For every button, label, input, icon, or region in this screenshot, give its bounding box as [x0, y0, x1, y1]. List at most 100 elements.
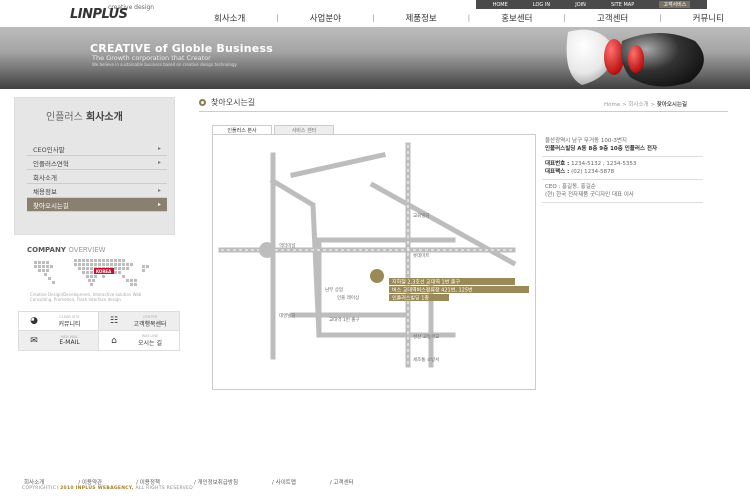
- topbar-join[interactable]: JOIN: [575, 2, 586, 8]
- sidebar-item-recruit[interactable]: 채용정보 ▸: [27, 184, 167, 198]
- gnav-community[interactable]: 커뮤니티: [693, 12, 724, 24]
- sidebar-menu: CEO인사말 ▸ 인플러스연혁 ▸ 회사소개 채용정보 ▸ 찾아오시는길 ▸: [27, 142, 167, 212]
- quick-label: 커뮤니티: [58, 320, 81, 328]
- map-label-cafe: 롯데마트: [413, 252, 430, 259]
- address-line1: 울산광역시 남구 무거동 100-3번지: [545, 138, 627, 144]
- sidebar-item-label: 인플러스연혁: [33, 159, 69, 168]
- sidebar-item-ceo[interactable]: CEO인사말 ▸: [27, 142, 167, 156]
- footer-link-terms[interactable]: / 이용약관: [78, 478, 102, 486]
- arrow-icon: ▸: [157, 187, 161, 194]
- company-overview-title: COMPANY OVERVIEW: [27, 246, 106, 254]
- contact-info: 울산광역시 남구 무거동 100-3번지 인플러스빌딩 A동 8층 9층 10층…: [542, 134, 703, 203]
- direction-bus: 버스 교대역버스정류장 421번, 125번: [392, 287, 473, 294]
- page-title: 찾아오시는길: [199, 97, 255, 108]
- map-label-metro-exit: 교대역 1번 출구: [329, 316, 360, 323]
- map-label-school: 성산 고등학교: [413, 333, 439, 340]
- sidebar-item-directions[interactable]: 찾아오시는길 ▸: [27, 198, 167, 212]
- quick-label: 오시는 길: [138, 340, 162, 347]
- tab-service-center[interactable]: 서비스 센터: [274, 125, 334, 134]
- gnav-divider: |: [659, 14, 662, 22]
- gnav-divider: |: [276, 14, 279, 22]
- tel-line: 대표번호 : 1234-5132 , 1234-5353: [545, 161, 637, 167]
- page-title-text: 찾아오시는길: [211, 98, 256, 107]
- footer-links: 회사소개 / 이용약관 / 이용정책 / 개인정보취급방침 / 사이트맵 / 고…: [24, 478, 354, 486]
- breadcrumb-home[interactable]: Home: [604, 102, 620, 108]
- sidebar-title-light: 인플러스: [46, 112, 83, 123]
- company-title: COMPANY: [27, 246, 66, 254]
- gnav-company[interactable]: 회사소개: [214, 12, 245, 24]
- station-marker: [259, 242, 275, 258]
- road: [290, 152, 386, 178]
- banner-small-text: We believe in sustainable business based…: [92, 62, 237, 67]
- footer-link-company[interactable]: 회사소개: [24, 478, 44, 486]
- quick-label: E-MAIL: [59, 339, 80, 346]
- gnav-business[interactable]: 사업분야: [310, 12, 341, 24]
- fax-line: 대표팩스 : (02) 1234-5878: [545, 169, 615, 175]
- phone-block: 대표번호 : 1234-5132 , 1234-5353 대표팩스 : (02)…: [542, 157, 703, 180]
- sidebar-item-label: 찾아오시는길: [33, 201, 69, 210]
- global-navigation: 회사소개 | 사업분야 | 제품정보 | 홍보센터 | 고객센터 | 커뮤니티: [214, 10, 724, 26]
- map-label-station: 역터미널: [279, 242, 296, 249]
- gnav-products[interactable]: 제품정보: [405, 12, 436, 24]
- ceo-desc: (현) 한국 전자제품 굿디자인 대표 이사: [545, 192, 634, 198]
- quick-center-button[interactable]: ☷ CENTER 고객행복센터: [99, 312, 179, 331]
- quick-email-button[interactable]: ✉ MEN MAIL E-MAIL: [19, 331, 99, 350]
- direction-subway: 지하철 2,3호선 교대역 1번 출구: [392, 279, 460, 286]
- topbar-sitemap[interactable]: SITE MAP: [611, 2, 634, 8]
- map-label-apt: 대영빌딩: [279, 312, 296, 319]
- map-label-market: 남부 상업: [325, 286, 343, 293]
- community-icon: ◕: [30, 316, 38, 326]
- footer-link-policy[interactable]: / 이용정책: [136, 478, 160, 486]
- footer-link-sitemap[interactable]: / 사이트맵: [272, 478, 296, 486]
- map-label-bank: 인플 레이상: [337, 294, 359, 301]
- company-title-sub: OVERVIEW: [68, 246, 106, 254]
- gnav-divider: |: [467, 14, 471, 22]
- logo[interactable]: LINPLUS: [70, 7, 128, 22]
- sidebar-title-bold: 회사소개: [86, 112, 123, 123]
- map-label-church: 교회빌딩: [413, 212, 430, 219]
- sidebar-item-company[interactable]: 회사소개: [27, 170, 167, 184]
- breadcrumb: Home > 회사소개 > 찾아오시는길: [604, 102, 688, 108]
- sidebar-item-label: CEO인사말: [33, 145, 65, 154]
- quick-links: ◕ CLEAR SITE 커뮤니티 ☷ CENTER 고객행복센터 ✉ MEN MA…: [18, 311, 180, 351]
- gnav-divider: |: [372, 14, 375, 22]
- topbar-login[interactable]: LOG IN: [533, 2, 550, 8]
- address-block: 울산광역시 남구 무거동 100-3번지 인플러스빌딩 A동 8층 9층 10층…: [542, 134, 703, 157]
- quick-community-button[interactable]: ◕ CLEAR SITE 커뮤니티: [19, 312, 99, 331]
- ceo-block: CEO : 홍길동, 홍길순 (현) 한국 전자제품 굿디자인 대표 이사: [542, 180, 703, 203]
- gnav-pr[interactable]: 홍보센터: [501, 12, 532, 24]
- map-graphic: 교회빌딩 역터미널 롯데마트 남부 상업 인플 레이상 대영빌딩 교대역 1번 …: [218, 142, 529, 368]
- title-divider: [199, 111, 728, 112]
- korea-label: KOREA: [96, 269, 112, 274]
- address-line2: 인플러스빌딩 A동 8층 9층 10층 인플러스 전자: [545, 146, 658, 152]
- center-icon: ☷: [109, 316, 119, 326]
- quick-directions-button[interactable]: ⌂ WAY LINE 오시는 길: [99, 331, 179, 350]
- gnav-divider: |: [563, 14, 566, 22]
- direction-building: 인플러스빌딩 1층: [392, 295, 429, 302]
- footer-link-customer[interactable]: / 고객센터: [330, 478, 354, 486]
- breadcrumb-company[interactable]: 회사소개: [628, 102, 648, 108]
- location-map: 교회빌딩 역터미널 롯데마트 남부 상업 인플 레이상 대영빌딩 교대역 1번 …: [212, 134, 536, 390]
- location-tabs: 인플러스 본사 서비스 센터: [212, 125, 336, 134]
- office-marker-icon[interactable]: [370, 269, 384, 283]
- home-icon: ⌂: [111, 335, 117, 346]
- copyright: COPYRIGHT(C) 2010 INPLUS WEBAGENCY, ALL …: [22, 486, 193, 491]
- banner-subtitle: The Growth corporation that Creator: [92, 54, 211, 62]
- topbar-customer-service[interactable]: 고객서비스: [659, 1, 691, 8]
- road: [269, 177, 322, 338]
- arrow-icon: ▸: [157, 145, 161, 152]
- footer-link-privacy[interactable]: / 개인정보취급방침: [194, 478, 238, 486]
- sidebar-item-label: 채용정보: [33, 187, 57, 196]
- title-bullet-icon: [199, 99, 206, 106]
- topbar-home[interactable]: HOME: [493, 2, 508, 8]
- company-description: Creative Design/Development, Interactive…: [30, 292, 142, 302]
- breadcrumb-current: 찾아오시는길: [656, 102, 688, 108]
- arrow-icon: ▸: [157, 201, 161, 208]
- tab-headquarters[interactable]: 인플러스 본사: [212, 125, 272, 134]
- sidebar-item-label: 회사소개: [33, 173, 57, 182]
- gnav-customer[interactable]: 고객센터: [597, 12, 628, 24]
- map-label-hospital: 세조통 소방서: [413, 356, 439, 363]
- utility-bar: HOME LOG IN JOIN SITE MAP 고객서비스: [476, 0, 707, 9]
- arrow-icon: ▸: [157, 159, 161, 166]
- sidebar-item-history[interactable]: 인플러스연혁 ▸: [27, 156, 167, 170]
